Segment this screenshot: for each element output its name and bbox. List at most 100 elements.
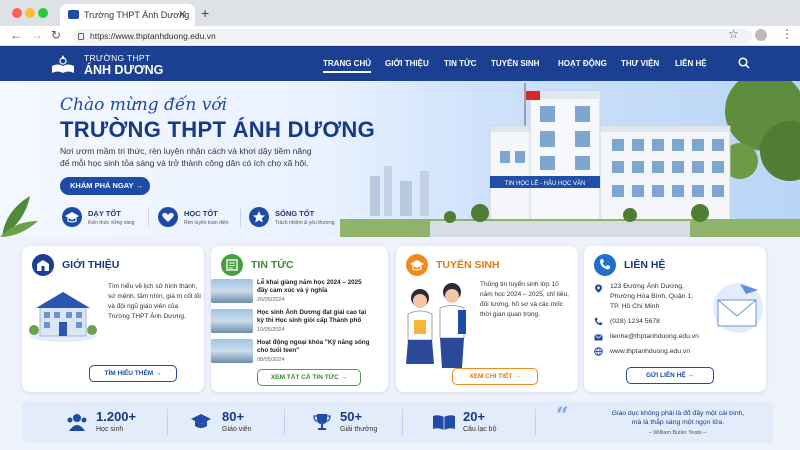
nav-news[interactable]: TIN TỨC xyxy=(444,59,476,68)
forward-arrow-icon[interactable]: → xyxy=(31,28,43,42)
stat-divider xyxy=(535,409,536,435)
intro-text-line: Tìm hiểu về lịch sử hình thành, xyxy=(108,283,198,290)
close-window-icon[interactable] xyxy=(12,8,22,18)
browser-menu-icon[interactable]: ⋮ xyxy=(781,27,793,41)
users-icon xyxy=(67,414,87,431)
search-icon[interactable] xyxy=(738,57,750,69)
address-line: Phường Hòa Bình, Quận 1, xyxy=(610,293,694,300)
url-field[interactable]: https://www.thptanhduong.edu.vn xyxy=(72,29,752,44)
feature-teach-title: DẠY TỐT xyxy=(88,209,121,218)
nav-admission[interactable]: TUYỂN SINH xyxy=(491,59,539,68)
hero-desc-line2: để mỗi học sinh tỏa sáng và trở thành cô… xyxy=(60,158,309,168)
quote-line1: Giáo dục không phải là đổ đầy một cái bì… xyxy=(611,410,745,417)
school-logo-icon[interactable] xyxy=(50,53,76,75)
bookmark-star-icon[interactable]: ☆ xyxy=(728,27,739,41)
graduation-cap-icon xyxy=(406,254,428,276)
view-all-news-button[interactable]: XEM TẤT CẢ TIN TỨC → xyxy=(257,369,361,386)
news-item-date: 20/05/2024 xyxy=(257,297,285,303)
news-item-title: Lễ khai giảng năm học 2024 – 2025 đầy cả… xyxy=(257,279,362,294)
news-thumbnail xyxy=(211,279,253,303)
hero-banner: TIN HỌC LỄ - HẬU HỌC VĂN Chào mừng đến v… xyxy=(0,81,800,237)
stat-clubs-label: Câu lạc bộ xyxy=(463,426,497,433)
intro-text-line: sứ mệnh, tầm nhìn, giá trị cốt lõi xyxy=(108,293,201,300)
feature-learn-title: HỌC TỐT xyxy=(184,209,218,218)
mail-icon xyxy=(594,334,603,341)
stat-teachers-label: Giáo viên xyxy=(222,426,252,433)
card-introduction: GIỚI THIỆU Tìm hiểu về lịch sử hình thàn… xyxy=(22,246,204,392)
stat-awards-value: 50+ xyxy=(340,409,363,424)
stat-divider xyxy=(167,409,168,435)
location-pin-icon xyxy=(595,284,602,293)
nav-activities[interactable]: HOẠT ĐỘNG xyxy=(558,59,607,68)
feature-divider xyxy=(148,209,149,227)
quote-text: Giáo dục không phải là đổ đầy một cái bì… xyxy=(578,409,778,427)
browser-tab[interactable]: Trường THPT Ánh Dương ✕ xyxy=(60,4,195,26)
close-tab-icon[interactable]: ✕ xyxy=(178,4,187,26)
feature-live-sub: Trách nhiệm & yêu thương xyxy=(275,220,335,226)
lock-icon xyxy=(78,33,84,40)
site-header: TRƯỜNG THPT ÁNH DƯƠNG TRANG CHỦ GIỚI THI… xyxy=(0,46,800,81)
admission-text-line: Thông tin tuyển sinh lớp 10 xyxy=(480,281,559,288)
school-favicon-icon xyxy=(68,10,79,19)
news-item-date: 10/05/2024 xyxy=(257,327,285,333)
profile-avatar-icon[interactable] xyxy=(755,29,767,41)
feature-learn-sub: Rèn luyện toàn diện xyxy=(184,220,229,226)
leaf-decoration xyxy=(0,196,38,237)
contact-website[interactable]: www.thptanhduong.edu.vn xyxy=(610,347,690,357)
heart-icon xyxy=(158,207,178,227)
browser-tab-bar: Trường THPT Ánh Dương ✕ + xyxy=(0,0,800,26)
admission-title: TUYỂN SINH xyxy=(436,259,500,271)
stat-awards-label: Giải thưởng xyxy=(340,426,378,433)
building-sign-text: TIN HỌC LỄ - HẬU HỌC VĂN xyxy=(505,180,586,187)
admission-text-line: năm học 2024 – 2025, chỉ tiêu, xyxy=(480,291,569,298)
news-item-title: Học sinh Ánh Dương đạt giải cao tại kỳ t… xyxy=(257,309,367,324)
graduation-cap-icon xyxy=(191,414,211,428)
explore-now-button[interactable]: KHÁM PHÁ NGAY → xyxy=(60,177,150,195)
back-arrow-icon[interactable]: ← xyxy=(10,28,22,42)
intro-text: Tìm hiểu về lịch sử hình thành, sứ mệnh,… xyxy=(108,282,201,322)
school-illustration xyxy=(29,292,97,342)
open-book-icon xyxy=(433,415,455,430)
address-line: 123 Đường Ánh Dương, xyxy=(610,283,684,290)
contact-email[interactable]: lienhe@thptanhduong.edu.vn xyxy=(610,332,699,342)
view-details-button[interactable]: XEM CHI TIẾT → xyxy=(452,368,538,385)
news-item-title: Hoạt động ngoại khóa "Kỹ năng sống cho t… xyxy=(257,339,370,354)
contact-title: LIÊN HỆ xyxy=(624,259,666,271)
contact-phone[interactable]: (028) 1234 5678 xyxy=(610,317,660,327)
nav-contact[interactable]: LIÊN HỆ xyxy=(675,59,707,68)
hero-description: Nơi ươm mầm tri thức, rèn luyện nhân các… xyxy=(60,145,330,169)
stat-clubs-value: 20+ xyxy=(463,409,486,424)
address-line: TP. Hồ Chí Minh xyxy=(610,303,660,310)
maximize-window-icon[interactable] xyxy=(38,8,48,18)
nav-home[interactable]: TRANG CHỦ xyxy=(323,59,371,73)
nav-library[interactable]: THƯ VIỆN xyxy=(621,59,659,68)
learn-more-button[interactable]: TÌM HIỂU THÊM → xyxy=(89,365,177,382)
quote-mark-icon: “ xyxy=(556,403,569,429)
feature-teach-sub: Kiến thức vững vàng xyxy=(88,220,135,226)
quote-author: – William Butler Yeats – xyxy=(648,430,707,436)
minimize-window-icon[interactable] xyxy=(25,8,35,18)
news-thumbnail xyxy=(211,339,253,363)
stat-divider xyxy=(402,409,403,435)
reload-icon[interactable]: ↻ xyxy=(51,28,61,42)
quote-line2: mà là thắp sáng một ngọn lửa. xyxy=(631,419,725,426)
stat-students-value: 1.200+ xyxy=(96,409,137,424)
phone-icon xyxy=(594,254,616,276)
hero-desc-line1: Nơi ươm mầm tri thức, rèn luyện nhân các… xyxy=(60,146,312,156)
nav-about[interactable]: GIỚI THIỆU xyxy=(385,59,429,68)
send-contact-button[interactable]: GỬI LIÊN HỆ → xyxy=(626,367,714,384)
newspaper-icon xyxy=(221,254,243,276)
school-building-icon xyxy=(32,254,54,276)
logo-line2: ÁNH DƯƠNG xyxy=(84,63,164,77)
phone-icon xyxy=(594,317,603,326)
intro-title: GIỚI THIỆU xyxy=(62,259,120,271)
logo-line1: TRƯỜNG THPT xyxy=(84,53,151,63)
new-tab-button[interactable]: + xyxy=(201,5,209,21)
intro-text-line: và đội ngũ giáo viên của xyxy=(108,303,179,310)
stat-students-label: Học sinh xyxy=(96,426,124,433)
feature-live-title: SỐNG TỐT xyxy=(275,209,315,218)
stat-teachers-value: 80+ xyxy=(222,409,245,424)
hero-welcome: Chào mừng đến với xyxy=(60,95,228,115)
admission-text-line: thời gian quan trọng. xyxy=(480,311,540,318)
globe-icon xyxy=(594,347,603,356)
